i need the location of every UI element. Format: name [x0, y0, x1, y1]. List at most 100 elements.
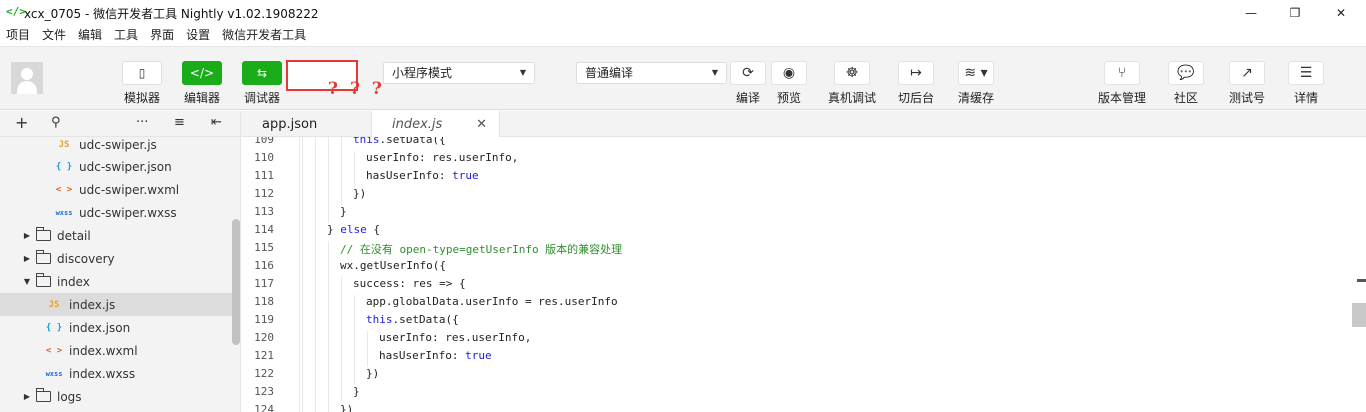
code-token: } — [340, 205, 347, 218]
indent-guide — [341, 137, 342, 151]
tree-folder-detail[interactable]: ▶ detail — [0, 224, 232, 247]
editor-tab-bar: app.json index.js ✕ — [241, 111, 1366, 138]
indent-guide — [328, 205, 329, 223]
tree-file-index-wxml[interactable]: < > index.wxml — [0, 339, 232, 362]
indent-guide — [341, 187, 342, 205]
mode-select[interactable]: 小程序模式 ▼ — [383, 62, 535, 84]
compile-select-value: 普通编译 — [585, 66, 634, 80]
preview-label: 预览 — [776, 91, 801, 105]
debug-icon: ⇆ — [242, 61, 282, 85]
wxml-file-icon: < > — [55, 184, 73, 195]
tree-folder-discovery[interactable]: ▶ discovery — [0, 247, 232, 270]
indent-guide — [302, 349, 303, 367]
details-button[interactable]: ☰ 详情 — [1287, 47, 1325, 106]
menu-tools[interactable]: 工具 — [114, 26, 138, 46]
compile-button[interactable]: ⟳ 编译 — [729, 47, 767, 106]
caret-right-icon[interactable]: ▶ — [22, 392, 32, 401]
maximize-button[interactable]: ❐ — [1272, 0, 1318, 26]
collapse-all-icon[interactable]: ≡ — [174, 115, 185, 130]
line-number: 112 — [254, 187, 274, 200]
code-token: }) — [353, 187, 367, 200]
version-control-label: 版本管理 — [1097, 91, 1146, 105]
code-keyword: else — [340, 223, 367, 236]
code-keyword: this — [366, 313, 393, 326]
menu-project[interactable]: 项目 — [6, 26, 30, 46]
compile-select[interactable]: 普通编译 ▼ — [576, 62, 727, 84]
menu-wechat-devtools[interactable]: 微信开发者工具 — [222, 26, 306, 46]
minimize-button[interactable]: — — [1228, 0, 1274, 26]
editor-toggle[interactable]: </> 编辑器 — [182, 47, 222, 106]
indent-guide — [302, 205, 303, 223]
code-token: { — [366, 223, 380, 236]
details-label: 详情 — [1293, 91, 1318, 105]
tree-file-udc-swiper-json[interactable]: { } udc-swiper.json — [0, 155, 232, 178]
tree-item-label: udc-swiper.json — [79, 159, 172, 174]
preview-button[interactable]: ◉ 预览 — [770, 47, 808, 106]
version-control-button[interactable]: ⑂ 版本管理 — [1097, 47, 1147, 106]
title-bar: </> xcx_0705 - 微信开发者工具 Nightly v1.02.190… — [0, 0, 1366, 26]
indent-guide — [302, 241, 303, 259]
community-button[interactable]: 💬 社区 — [1167, 47, 1205, 106]
tree-file-udc-swiper-wxss[interactable]: wxss udc-swiper.wxss — [0, 201, 232, 224]
mode-select-value: 小程序模式 — [392, 66, 453, 80]
menu-view[interactable]: 界面 — [150, 26, 174, 46]
tree-file-index-wxss[interactable]: wxss index.wxss — [0, 362, 232, 385]
tree-file-udc-swiper-js[interactable]: JS udc-swiper.js — [0, 137, 232, 156]
chevron-down-icon: ▼ — [711, 68, 718, 77]
switch-background-button[interactable]: ↦ 切后台 — [896, 47, 936, 106]
code-editor[interactable]: 109 110 111 112 113 114 115 116 117 118 119 120 121 1… — [241, 137, 1366, 412]
hide-sidebar-icon[interactable]: ⇤ — [211, 115, 222, 130]
indent-guide — [354, 169, 355, 187]
indent-guide — [341, 277, 342, 295]
chat-icon: 💬 — [1168, 61, 1204, 85]
clear-cache-label: 清缓存 — [957, 91, 994, 105]
tree-folder-logs[interactable]: ▶ logs — [0, 385, 232, 408]
tree-folder-index[interactable]: ▼ index — [0, 270, 232, 293]
add-file-icon[interactable]: + — [15, 113, 28, 132]
file-tree-toolbar: + ⚲ ··· ≡ ⇤ — [0, 111, 241, 137]
editor-label: 编辑器 — [183, 91, 220, 105]
code-line: this.setData({ — [366, 313, 459, 326]
caret-down-icon[interactable]: ▼ — [22, 277, 32, 286]
remote-debug-button[interactable]: ☸ 真机调试 — [826, 47, 878, 106]
tree-file-index-js[interactable]: JS index.js — [0, 293, 232, 316]
tab-app-json[interactable]: app.json — [241, 111, 371, 137]
tree-file-udc-swiper-wxml[interactable]: < > udc-swiper.wxml — [0, 178, 232, 201]
menu-file[interactable]: 文件 — [42, 26, 66, 46]
menu-settings[interactable]: 设置 — [186, 26, 210, 46]
more-icon[interactable]: ··· — [136, 115, 148, 130]
code-line: }) — [340, 403, 353, 412]
test-account-button[interactable]: ↗ 测试号 — [1227, 47, 1267, 106]
indent-guide — [315, 403, 316, 412]
caret-right-icon[interactable]: ▶ — [22, 254, 32, 263]
close-icon[interactable]: ✕ — [476, 117, 487, 132]
indent-guide — [315, 367, 316, 385]
wxss-file-icon: wxss — [45, 369, 63, 378]
indent-guide — [315, 277, 316, 295]
simulator-label: 模拟器 — [123, 91, 160, 105]
clear-cache-button[interactable]: ≋ ▾ 清缓存 — [956, 47, 996, 106]
tree-file-index-json[interactable]: { } index.json — [0, 316, 232, 339]
tree-item-label: logs — [57, 389, 82, 404]
editor-scrollbar[interactable] — [1352, 303, 1366, 327]
simulator-toggle[interactable]: ▯ 模拟器 — [122, 47, 162, 106]
community-label: 社区 — [1173, 91, 1198, 105]
indent-guide — [302, 187, 303, 205]
indent-guide — [354, 349, 355, 367]
code-keyword: true — [452, 169, 479, 182]
caret-right-icon[interactable]: ▶ — [22, 231, 32, 240]
indent-guide — [341, 151, 342, 169]
indent-guide — [341, 169, 342, 187]
tab-index-js[interactable]: index.js ✕ — [371, 111, 500, 138]
indent-guide — [302, 137, 303, 151]
avatar[interactable] — [11, 62, 43, 94]
search-icon[interactable]: ⚲ — [51, 115, 61, 130]
line-number: 114 — [254, 223, 274, 236]
menu-edit[interactable]: 编辑 — [78, 26, 102, 46]
close-window-button[interactable]: ✕ — [1318, 0, 1364, 26]
sidebar-scrollbar[interactable] — [232, 219, 240, 345]
chevron-down-icon: ▼ — [519, 68, 526, 77]
code-line: success: res => { — [353, 277, 466, 290]
code-keyword: true — [465, 349, 492, 362]
debugger-toggle[interactable]: ⇆ 调试器 — [242, 47, 282, 106]
